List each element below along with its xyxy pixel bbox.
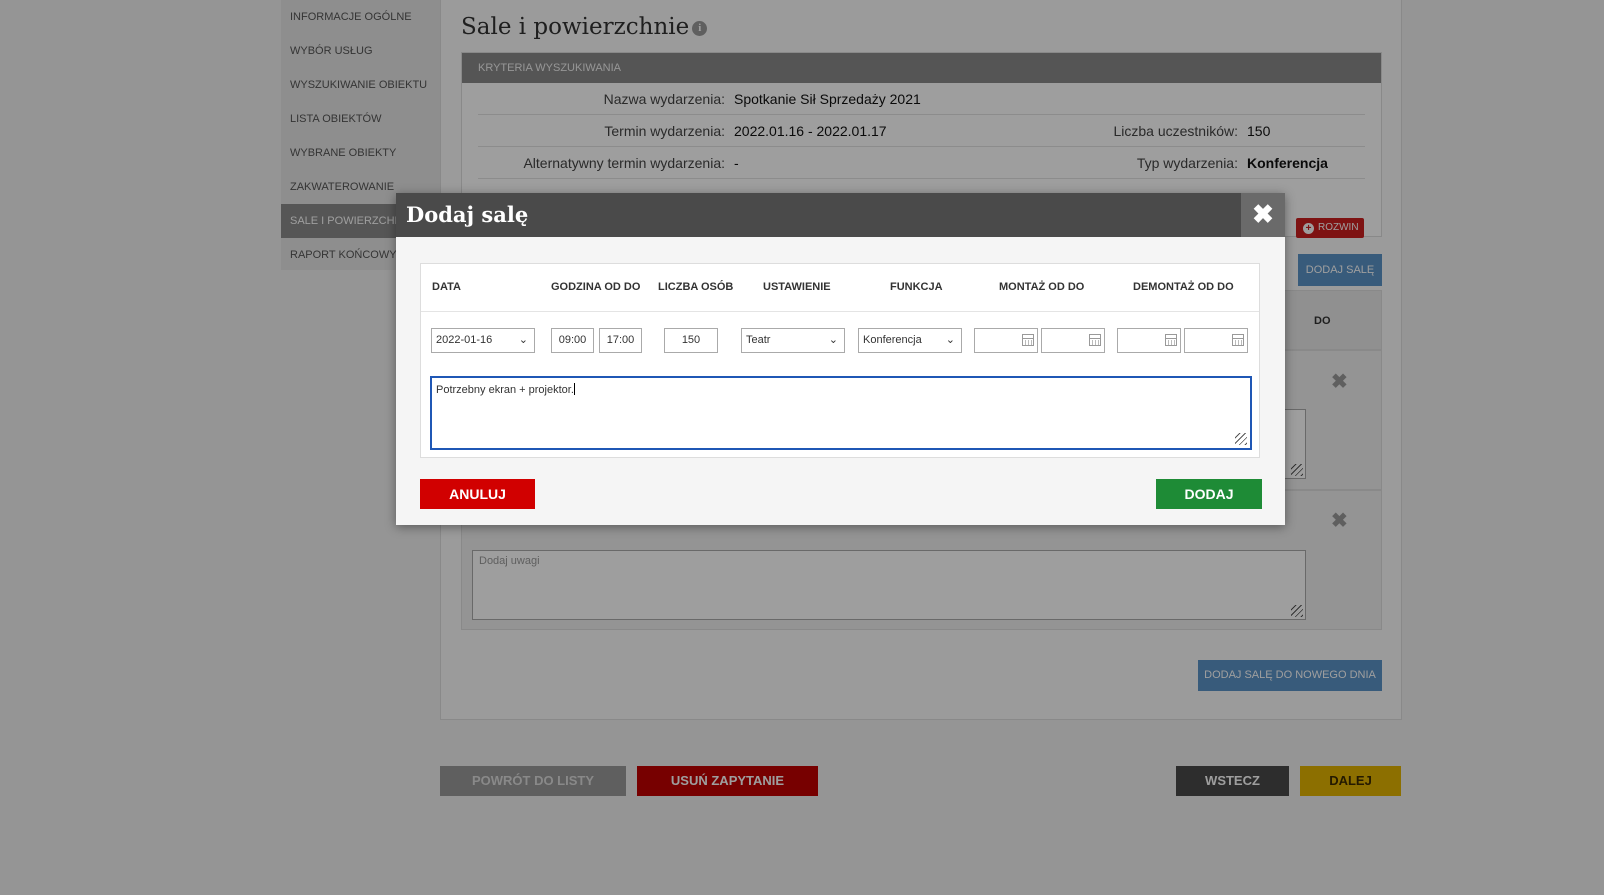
calendar-icon[interactable]: [1089, 334, 1101, 346]
modal-title: Dodaj salę: [406, 202, 529, 227]
function-select[interactable]: Konferencja ⌄: [858, 328, 962, 353]
modal-header: Dodaj salę ✖: [396, 193, 1285, 237]
calendar-icon[interactable]: [1165, 334, 1177, 346]
add-hall-modal: Dodaj salę ✖ DATA GODZINA OD DO LICZBA O…: [396, 193, 1285, 525]
hall-form-header: DATA GODZINA OD DO LICZBA OSÓB USTAWIENI…: [421, 264, 1259, 312]
column-header-function: FUNKCJA: [890, 281, 943, 293]
disassembly-from-input[interactable]: [1117, 328, 1181, 353]
time-from-input[interactable]: 09:00: [551, 328, 594, 353]
cancel-button[interactable]: ANULUJ: [420, 479, 535, 509]
column-header-disassembly: DEMONTAŻ OD DO: [1133, 281, 1234, 293]
resize-grip-icon[interactable]: [1235, 433, 1247, 445]
chevron-down-icon: ⌄: [828, 334, 838, 346]
chevron-down-icon: ⌄: [518, 334, 528, 346]
column-header-time: GODZINA OD DO: [551, 281, 641, 293]
column-header-setup: USTAWIENIE: [763, 281, 831, 293]
setup-select[interactable]: Teatr ⌄: [741, 328, 845, 353]
disassembly-to-input[interactable]: [1184, 328, 1248, 353]
time-to-input[interactable]: 17:00: [599, 328, 642, 353]
add-button[interactable]: DODAJ: [1156, 479, 1262, 509]
column-header-date: DATA: [432, 281, 461, 293]
text-caret: [573, 383, 575, 395]
column-header-people: LICZBA OSÓB: [658, 281, 734, 293]
close-icon[interactable]: ✖: [1241, 193, 1285, 237]
calendar-icon[interactable]: [1022, 334, 1034, 346]
column-header-assembly: MONTAŻ OD DO: [999, 281, 1085, 293]
notes-textarea[interactable]: Potrzebny ekran + projektor.: [430, 376, 1252, 450]
hall-form-panel: DATA GODZINA OD DO LICZBA OSÓB USTAWIENI…: [420, 263, 1260, 458]
notes-text: Potrzebny ekran + projektor.: [436, 384, 574, 396]
date-select[interactable]: 2022-01-16 ⌄: [431, 328, 535, 353]
calendar-icon[interactable]: [1232, 334, 1244, 346]
date-select-value: 2022-01-16: [436, 334, 493, 346]
chevron-down-icon: ⌄: [945, 334, 955, 346]
assembly-to-input[interactable]: [1041, 328, 1105, 353]
function-select-value: Konferencja: [863, 334, 922, 346]
people-count-input[interactable]: 150: [664, 328, 718, 353]
setup-select-value: Teatr: [746, 334, 771, 346]
assembly-from-input[interactable]: [974, 328, 1038, 353]
